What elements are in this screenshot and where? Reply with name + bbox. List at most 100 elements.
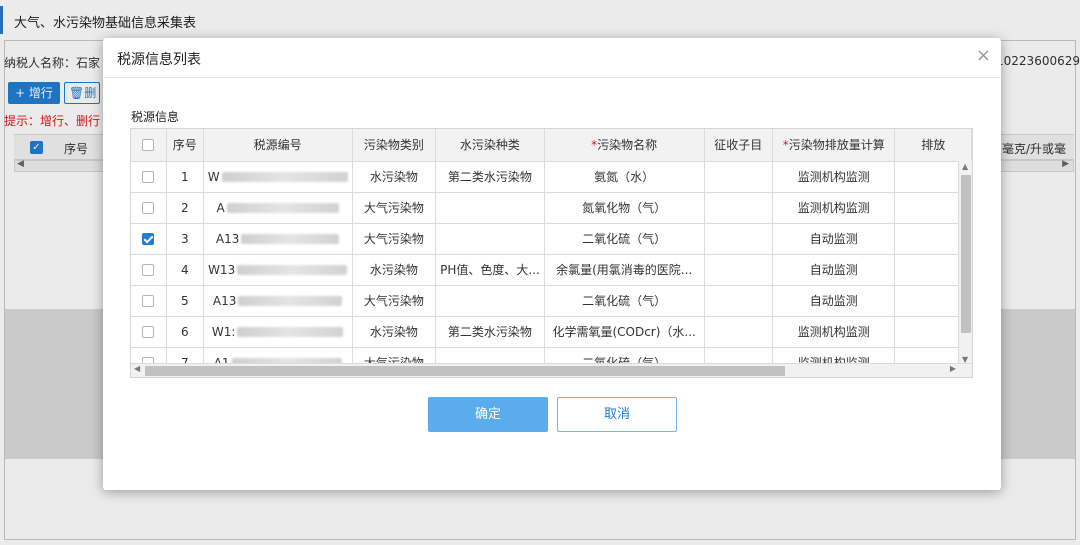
row-water-type: [435, 192, 545, 224]
row-water-type: PH值、色度、大...: [435, 254, 545, 286]
row-pollutant-name: 化学需氧量(CODcr)（水...: [544, 316, 705, 348]
vertical-scrollbar[interactable]: ▲ ▼: [958, 161, 972, 365]
horizontal-scroll-thumb[interactable]: [145, 366, 785, 376]
row-water-type: 第二类水污染物: [435, 316, 545, 348]
row-checkbox[interactable]: [142, 233, 155, 245]
tax-source-grid: 序号 税源编号 污染物类别 水污染种类 *污染物名称 征收子目 *污染物排放量计…: [130, 128, 973, 378]
header-water-type: 水污染种类: [435, 129, 545, 162]
row-pollutant-category: 大气污染物: [352, 223, 437, 255]
row-pollutant-name: 余氯量(用氯消毒的医院...: [544, 254, 705, 286]
row-emission-calc: 自动监测: [772, 285, 896, 317]
row-pollutant-category: 水污染物: [352, 254, 437, 286]
row-checkbox-cell[interactable]: [131, 223, 167, 255]
source-code-prefix: A13: [212, 293, 237, 308]
table-row[interactable]: 1 W 水污染物 第二类水污染物 氨氮（水） 监测机构监测: [131, 161, 972, 193]
header-emission-calc-label: 污染物排放量计算: [788, 138, 885, 153]
row-sub-item: [704, 161, 773, 193]
table-row[interactable]: 5 A13 大气污染物 二氧化硫（气） 自动监测: [131, 285, 972, 317]
row-seq: 6: [166, 316, 204, 348]
row-checkbox[interactable]: [142, 326, 155, 338]
row-source-code: W: [203, 161, 353, 193]
cancel-button[interactable]: 取消: [557, 397, 677, 432]
row-water-type: [435, 285, 545, 317]
row-checkbox[interactable]: [142, 171, 155, 183]
row-pollutant-name: 二氧化硫（气）: [544, 285, 705, 317]
row-sub-item: [704, 316, 773, 348]
row-emission-calc: 自动监测: [772, 223, 896, 255]
table-row[interactable]: 6 W1: 水污染物 第二类水污染物 化学需氧量(CODcr)（水... 监测机构监测: [131, 316, 972, 348]
horizontal-scrollbar[interactable]: ◀ ▶: [131, 363, 972, 377]
scroll-right-icon[interactable]: ▶: [950, 364, 956, 373]
row-pollutant-name: 氮氧化物（气）: [544, 192, 705, 224]
table-row[interactable]: 2 A 大气污染物 氮氧化物（气） 监测机构监测: [131, 192, 972, 224]
row-seq: 3: [166, 223, 204, 255]
row-seq: 2: [166, 192, 204, 224]
vertical-scroll-thumb[interactable]: [961, 175, 971, 333]
row-checkbox[interactable]: [142, 264, 155, 276]
table-row[interactable]: 4 W13 水污染物 PH值、色度、大... 余氯量(用氯消毒的医院... 自动监测: [131, 254, 972, 286]
scroll-left-icon[interactable]: ◀: [134, 364, 140, 373]
row-checkbox[interactable]: [142, 202, 155, 214]
table-header-row: 序号 税源编号 污染物类别 水污染种类 *污染物名称 征收子目 *污染物排放量计…: [131, 129, 972, 162]
source-code-prefix: A: [216, 200, 225, 215]
source-code-prefix: W13: [208, 262, 236, 277]
row-checkbox[interactable]: [142, 295, 155, 307]
dialog-title: 税源信息列表: [117, 52, 201, 68]
header-select-all[interactable]: [131, 129, 167, 162]
source-code-prefix: W1:: [211, 324, 236, 339]
redacted-code: [237, 327, 344, 337]
row-pollutant-category: 大气污染物: [352, 192, 437, 224]
header-seq: 序号: [166, 129, 204, 162]
close-icon[interactable]: ×: [976, 47, 991, 65]
row-seq: 4: [166, 254, 204, 286]
row-pollutant-name: 氨氮（水）: [544, 161, 705, 193]
select-all-checkbox[interactable]: [142, 139, 155, 152]
table-row[interactable]: 3 A13 大气污染物 二氧化硫（气） 自动监测: [131, 223, 972, 255]
row-water-type: 第二类水污染物: [435, 161, 545, 193]
redacted-code: [241, 234, 340, 244]
tax-source-table: 序号 税源编号 污染物类别 水污染种类 *污染物名称 征收子目 *污染物排放量计…: [131, 129, 972, 377]
row-sub-item: [704, 254, 773, 286]
row-sub-item: [704, 223, 773, 255]
row-emission-calc: 监测机构监测: [772, 161, 896, 193]
confirm-button[interactable]: 确定: [428, 397, 548, 432]
redacted-code: [221, 172, 348, 182]
row-source-code: A13: [203, 223, 353, 255]
row-water-type: [435, 223, 545, 255]
row-pollutant-category: 水污染物: [352, 161, 437, 193]
section-label: 税源信息: [131, 110, 180, 124]
redacted-code: [238, 296, 343, 306]
redacted-code: [226, 203, 339, 213]
row-seq: 1: [166, 161, 204, 193]
table-body: 1 W 水污染物 第二类水污染物 氨氮（水） 监测机构监测 2 A 大气污染物 氮氧化物（气） 监测…: [131, 161, 972, 377]
row-checkbox-cell[interactable]: [131, 254, 167, 286]
redacted-code: [237, 265, 348, 275]
scroll-up-icon[interactable]: ▲: [962, 162, 968, 171]
header-pollutant-category: 污染物类别: [352, 129, 437, 162]
row-source-code: A13: [203, 285, 353, 317]
row-emission-calc: 自动监测: [772, 254, 896, 286]
row-seq: 5: [166, 285, 204, 317]
source-code-prefix: A13: [215, 231, 240, 246]
dialog-header: 税源信息列表 ×: [103, 38, 1001, 78]
row-checkbox-cell[interactable]: [131, 316, 167, 348]
row-checkbox-cell[interactable]: [131, 161, 167, 193]
row-pollutant-category: 水污染物: [352, 316, 437, 348]
row-checkbox-cell[interactable]: [131, 192, 167, 224]
header-pollutant-name: *污染物名称: [544, 129, 705, 162]
header-emission-calc: *污染物排放量计算: [772, 129, 896, 162]
row-sub-item: [704, 192, 773, 224]
row-checkbox-cell[interactable]: [131, 285, 167, 317]
row-source-code: W1:: [203, 316, 353, 348]
tax-source-dialog: 税源信息列表 × 税源信息 序号 税源编号 污染物类别 水污染种类 *污染物名称…: [103, 38, 1001, 490]
row-emission-calc: 监测机构监测: [772, 192, 896, 224]
row-emission-calc: 监测机构监测: [772, 316, 896, 348]
row-source-code: A: [203, 192, 353, 224]
row-pollutant-category: 大气污染物: [352, 285, 437, 317]
source-code-prefix: W: [207, 169, 220, 184]
row-pollutant-name: 二氧化硫（气）: [544, 223, 705, 255]
header-sub-item: 征收子目: [704, 129, 773, 162]
header-pollutant-name-label: 污染物名称: [597, 138, 658, 153]
row-source-code: W13: [203, 254, 353, 286]
row-sub-item: [704, 285, 773, 317]
